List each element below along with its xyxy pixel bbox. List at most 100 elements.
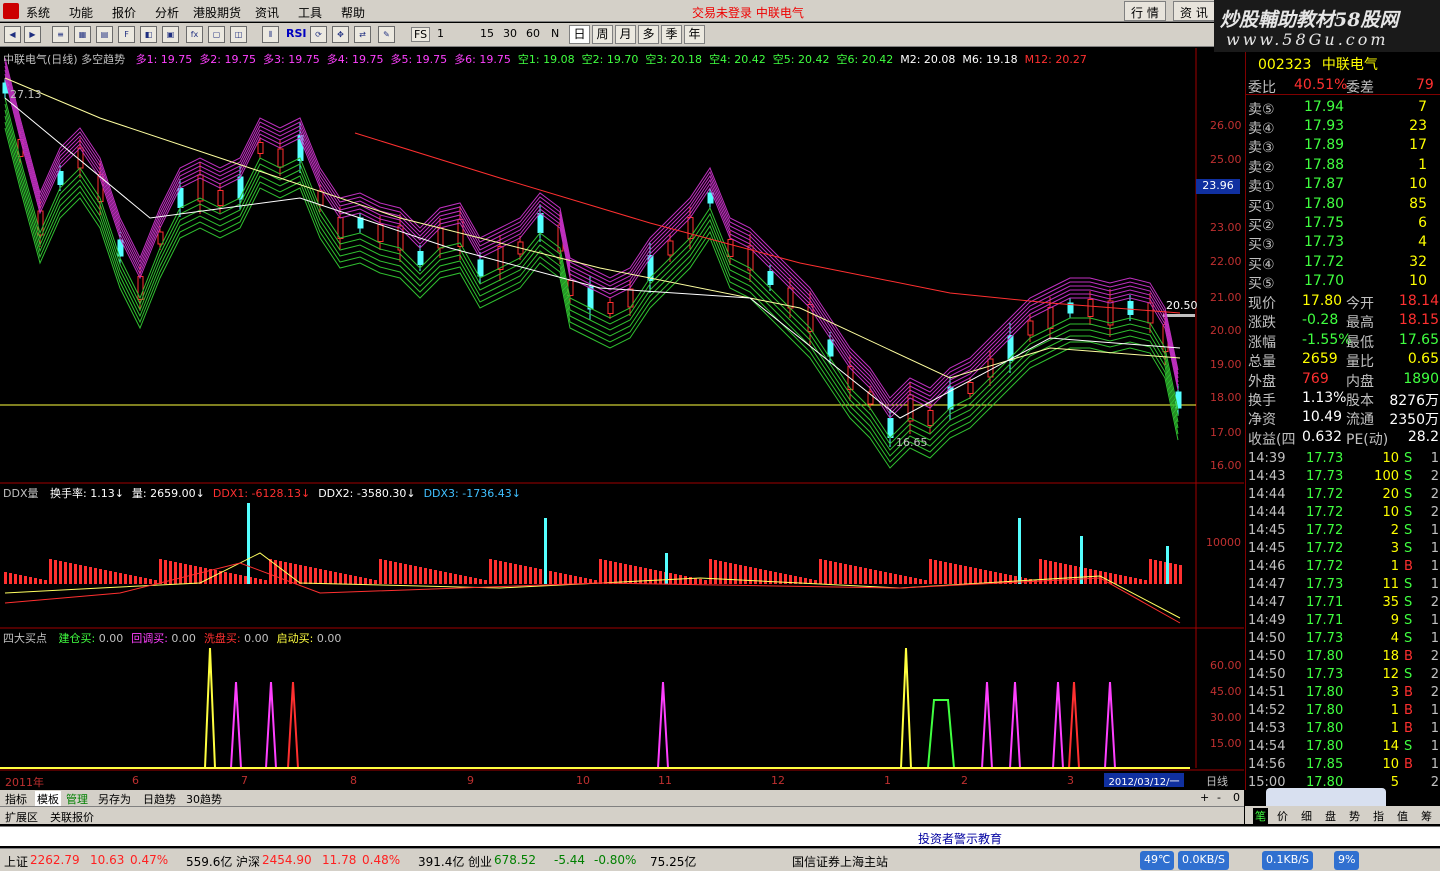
candle-body <box>587 286 594 310</box>
report-icon[interactable]: ▣ <box>162 26 179 43</box>
quote-tab[interactable]: 势 <box>1349 808 1360 824</box>
legend-item: 空6: 20.42 <box>837 53 894 66</box>
tab-manage[interactable]: 管理 <box>66 791 88 807</box>
volume-bar <box>1014 576 1017 584</box>
tab-extension[interactable]: 扩展区 <box>5 809 38 825</box>
zoom-in-icon[interactable]: + <box>1200 791 1209 804</box>
rsi-button[interactable]: RSI <box>286 27 307 40</box>
stat-value: 17.80 <box>1302 293 1343 309</box>
pen-icon[interactable]: ✎ <box>378 26 395 43</box>
tick-volume: 10 <box>1382 505 1399 520</box>
period-30min[interactable]: 30 <box>503 27 517 40</box>
split-icon[interactable]: ◫ <box>230 26 247 43</box>
menu-help[interactable]: 帮助 <box>341 4 365 21</box>
period-week[interactable]: 周 <box>592 25 613 44</box>
back-icon[interactable]: ◀ <box>4 26 21 43</box>
volume-bar <box>654 570 657 584</box>
kline-icon[interactable]: ⫴ <box>262 26 279 43</box>
reset-icon[interactable]: 0 <box>1233 791 1240 804</box>
legend-value: 20.27 <box>1051 53 1087 66</box>
tab-save-as[interactable]: 另存为 <box>98 791 131 807</box>
zoom-out-icon[interactable]: - <box>1217 791 1221 804</box>
fund-icon[interactable]: F <box>118 26 135 43</box>
list-icon[interactable]: ≡ <box>52 26 69 43</box>
legend-item: 空4: 20.42 <box>709 53 766 66</box>
quote-tab[interactable]: 价 <box>1277 808 1288 824</box>
volume-bar <box>214 570 217 584</box>
volume-bar <box>864 568 867 584</box>
period-60min[interactable]: 60 <box>526 27 540 40</box>
menu-analysis[interactable]: 分析 <box>155 4 179 21</box>
volume-bar <box>179 563 182 584</box>
tick-row: 14:47 17.71 35 S 2 <box>1246 594 1440 612</box>
quote-tab[interactable]: 细 <box>1301 808 1312 824</box>
kline-chart-svg[interactable] <box>0 48 1244 790</box>
trade-warning[interactable]: 交易未登录 中联电气 <box>692 4 804 21</box>
menu-hk-futures[interactable]: 港股期货 <box>193 4 241 21</box>
index-name[interactable]: 上证 <box>4 853 28 870</box>
period-month[interactable]: 月 <box>615 25 636 44</box>
window-icon[interactable]: ▢ <box>208 26 225 43</box>
quote-tab[interactable]: 筹 <box>1421 808 1432 824</box>
tab-30-trend[interactable]: 30趋势 <box>186 791 222 807</box>
menu-quote[interactable]: 报价 <box>112 4 136 21</box>
period-label[interactable]: 日线 <box>1206 773 1228 789</box>
menu-tools[interactable]: 工具 <box>298 4 322 21</box>
legend-item: M2: 20.08 <box>900 53 955 66</box>
quote-tab[interactable]: 笔 <box>1253 808 1268 824</box>
tab-template[interactable]: 模板 <box>35 791 61 807</box>
volume-bar <box>54 560 57 584</box>
grid-icon[interactable]: ▦ <box>74 26 91 43</box>
fs-button[interactable]: FS <box>411 27 431 42</box>
quote-tab[interactable]: 值 <box>1397 808 1408 824</box>
period-15min[interactable]: 15 <box>480 27 494 40</box>
volume-bar <box>24 576 27 584</box>
tab-news-button[interactable]: 资 讯 <box>1173 1 1215 21</box>
menu-function[interactable]: 功能 <box>69 4 93 21</box>
period-1min[interactable]: 1 <box>437 27 444 40</box>
menu-system[interactable]: 系统 <box>26 4 50 21</box>
period-multi[interactable]: 多 <box>638 25 659 44</box>
detail-icon[interactable]: ◧ <box>140 26 157 43</box>
volume-bar <box>644 568 647 584</box>
stat-label: 净资 <box>1248 412 1276 429</box>
period-season[interactable]: 季 <box>661 25 682 44</box>
table-icon[interactable]: ▤ <box>96 26 113 43</box>
volume-bar <box>854 566 857 584</box>
move-icon[interactable]: ✥ <box>332 26 349 43</box>
period-day[interactable]: 日 <box>569 25 590 44</box>
candle-body <box>537 213 544 233</box>
server-site[interactable]: 国信证券上海主站 <box>792 853 888 870</box>
wei-bi-value: 40.51% <box>1294 77 1348 93</box>
index-name[interactable]: 创业 <box>468 853 492 870</box>
legend-label: 多6: <box>454 53 476 66</box>
tick-time: 14:44 <box>1248 487 1286 502</box>
volume-bar <box>269 559 272 584</box>
tab-indicator[interactable]: 指标 <box>5 791 27 807</box>
cursor-price-label: 23.96 <box>1196 179 1240 194</box>
forward-icon[interactable]: ▶ <box>24 26 41 43</box>
link-icon[interactable]: ⇄ <box>354 26 371 43</box>
volume-bar <box>729 563 732 584</box>
volume-bar <box>1179 565 1182 584</box>
tab-related-quote[interactable]: 关联报价 <box>50 809 94 825</box>
tab-quote-button[interactable]: 行 情 <box>1124 1 1166 21</box>
tab-daily-trend[interactable]: 日趋势 <box>143 791 176 807</box>
formula-icon[interactable]: fx <box>186 26 203 43</box>
legend-label: 空4: <box>709 53 731 66</box>
volume-bar <box>224 572 227 584</box>
chart-area[interactable]: 中联电气(日线) 多空趋势 多1: 19.75 多2: 19.75 多3: 19.7… <box>0 48 1244 790</box>
period-n[interactable]: N <box>551 27 559 40</box>
quote-tab[interactable]: 盘 <box>1325 808 1336 824</box>
index-name[interactable]: 沪深 <box>236 853 260 870</box>
volume-bar <box>879 571 882 584</box>
app-logo-icon <box>3 3 19 19</box>
stat-label: 最低 <box>1346 334 1374 351</box>
quote-tab[interactable]: 指 <box>1373 808 1384 824</box>
legend-item: 多1: 19.75 <box>136 53 193 66</box>
volume-bar <box>259 579 262 584</box>
period-year[interactable]: 年 <box>684 25 705 44</box>
cycle-icon[interactable]: ⟳ <box>310 26 327 43</box>
menu-news[interactable]: 资讯 <box>255 4 279 21</box>
investor-notice-link[interactable]: 投资者警示教育 <box>918 830 1002 847</box>
